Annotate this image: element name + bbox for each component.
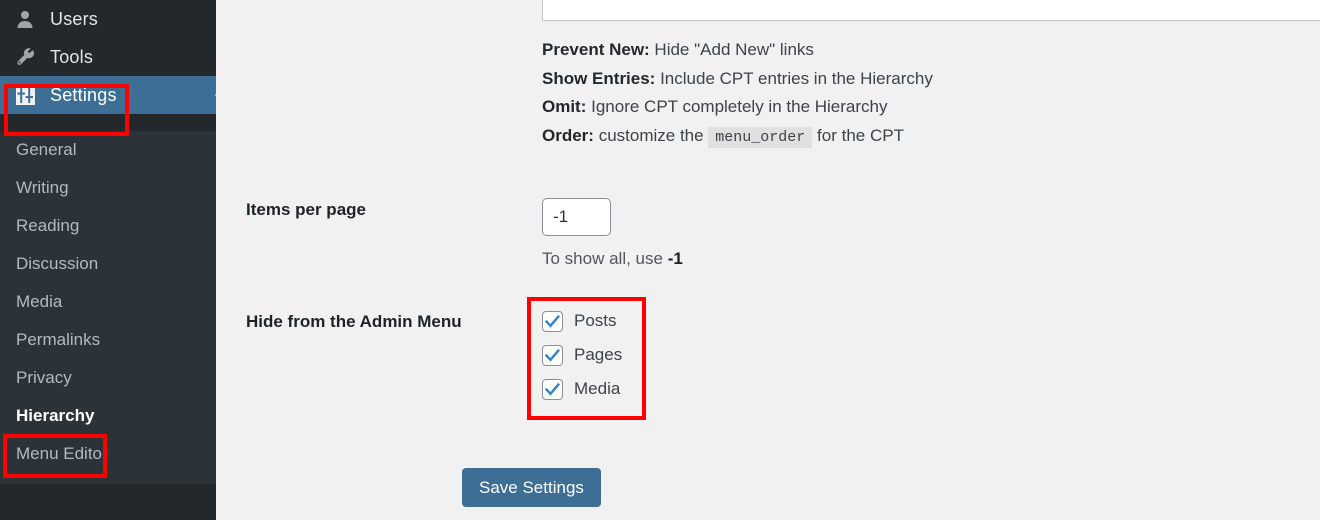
sidebar-item-tools[interactable]: Tools — [0, 38, 216, 76]
checkbox-posts[interactable] — [542, 310, 563, 332]
checkbox-pages[interactable] — [542, 344, 563, 366]
check-icon — [545, 314, 560, 328]
checkbox-label: Posts — [574, 311, 617, 330]
sidebar-item-discussion[interactable]: Discussion — [0, 245, 216, 283]
legend-row-order: Order: customize the menu_order for the … — [542, 122, 933, 153]
help-value: -1 — [667, 249, 683, 268]
sidebar-subitem-label: Menu Editor — [16, 444, 108, 463]
sidebar-subitem-label: General — [16, 140, 77, 159]
legend-help-text: Prevent New: Hide "Add New" links Show E… — [542, 36, 933, 152]
legend-desc-before: customize the — [593, 125, 709, 145]
settings-table-panel — [542, 0, 1320, 21]
sidebar-item-label: Users — [50, 8, 99, 29]
legend-desc-after: for the CPT — [812, 125, 904, 145]
sidebar-item-writing[interactable]: Writing — [0, 169, 216, 207]
help-text-before: To show all, use — [542, 249, 668, 268]
menu-order-code: menu_order — [708, 126, 813, 148]
sidebar-item-general[interactable]: General — [0, 131, 216, 169]
legend-term: Omit: — [542, 97, 587, 116]
checkbox-label: Media — [574, 379, 621, 398]
sidebar-subitem-label: Discussion — [16, 254, 99, 273]
legend-term: Order: — [542, 125, 594, 145]
sidebar-item-users[interactable]: Users — [0, 0, 216, 38]
sidebar-subitem-label: Media — [16, 292, 63, 311]
sidebar-item-privacy[interactable]: Privacy — [0, 359, 216, 397]
admin-sidebar: Users Tools Settings General Writing Rea… — [0, 0, 224, 520]
sidebar-subitem-label: Hierarchy — [16, 406, 95, 425]
items-per-page-label: Items per page — [246, 200, 366, 219]
check-icon — [545, 382, 560, 396]
checkbox-media[interactable] — [542, 378, 563, 400]
legend-term: Prevent New: — [542, 40, 650, 59]
sidebar-item-label: Tools — [50, 46, 94, 67]
user-icon — [14, 8, 36, 30]
settings-submenu: General Writing Reading Discussion Media… — [0, 131, 216, 473]
main-content: Prevent New: Hide "Add New" links Show E… — [216, 0, 1320, 520]
legend-row-prevent-new: Prevent New: Hide "Add New" links — [542, 36, 933, 65]
items-per-page-field-wrap: To show all, use -1 — [542, 198, 683, 269]
checkbox-row-posts[interactable]: Posts — [542, 304, 622, 338]
sidebar-item-hierarchy[interactable]: Hierarchy — [0, 397, 216, 435]
legend-row-omit: Omit: Ignore CPT completely in the Hiera… — [542, 93, 933, 122]
legend-desc: Hide "Add New" links — [649, 40, 814, 59]
wrench-icon — [14, 46, 36, 68]
save-settings-button[interactable]: Save Settings — [462, 468, 601, 507]
sidebar-subitem-label: Privacy — [16, 368, 72, 387]
sidebar-subitem-label: Reading — [16, 216, 80, 235]
sidebar-item-permalinks[interactable]: Permalinks — [0, 321, 216, 359]
sidebar-item-media[interactable]: Media — [0, 283, 216, 321]
sidebar-item-reading[interactable]: Reading — [0, 207, 216, 245]
sidebar-item-label: Settings — [50, 84, 117, 105]
save-button-wrap: Save Settings — [462, 468, 601, 507]
legend-row-show-entries: Show Entries: Include CPT entries in the… — [542, 65, 933, 94]
sidebar-subitem-label: Writing — [16, 178, 69, 197]
legend-term: Show Entries: — [542, 68, 656, 88]
checkbox-label: Pages — [574, 345, 623, 364]
hide-from-admin-menu-options: Posts Pages Media — [542, 304, 622, 406]
current-menu-arrow-icon — [215, 85, 224, 105]
sidebar-item-menu-editor[interactable]: Menu Editor — [0, 435, 216, 473]
sidebar-item-settings[interactable]: Settings — [0, 76, 224, 114]
checkbox-row-pages[interactable]: Pages — [542, 338, 622, 372]
sidebar-subitem-label: Permalinks — [16, 330, 101, 349]
items-per-page-input[interactable] — [542, 198, 611, 236]
checkbox-row-media[interactable]: Media — [542, 372, 622, 406]
check-icon — [545, 348, 560, 362]
hide-from-admin-menu-label: Hide from the Admin Menu — [246, 312, 462, 331]
settings-sliders-icon — [14, 84, 36, 106]
legend-desc: Ignore CPT completely in the Hierarchy — [586, 97, 888, 116]
items-per-page-help: To show all, use -1 — [542, 249, 683, 269]
legend-desc: Include CPT entries in the Hierarchy — [655, 68, 933, 88]
